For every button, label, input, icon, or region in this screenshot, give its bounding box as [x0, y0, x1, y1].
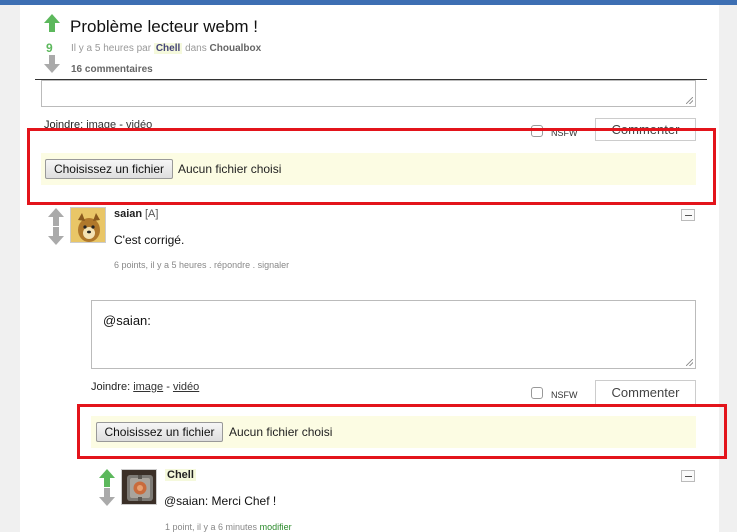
- resize-grip-icon[interactable]: [686, 97, 693, 104]
- post-meta-prefix: Il y a 5 heures par: [71, 43, 152, 54]
- comment-username[interactable]: saian: [114, 208, 142, 220]
- avatar[interactable]: [121, 469, 157, 505]
- comment-meta: 6 points, il y a 5 heures . répondre . s…: [114, 260, 290, 270]
- highlight-box-top: [27, 128, 716, 205]
- modify-link[interactable]: modifier: [260, 522, 292, 532]
- attach-image-link[interactable]: image: [133, 381, 163, 393]
- resize-grip-icon[interactable]: [686, 359, 693, 366]
- comment-text: C'est corrigé.: [114, 233, 185, 247]
- collapse-minus-icon[interactable]: [681, 209, 695, 221]
- post-title[interactable]: Problème lecteur webm !: [70, 17, 258, 37]
- reply-upvote-icon[interactable]: [99, 469, 115, 487]
- comment-user-tag: [A]: [145, 208, 159, 220]
- comments-count[interactable]: 16 commentaires: [71, 64, 153, 75]
- downvote-icon[interactable]: [44, 55, 60, 73]
- post-meta: Il y a 5 heures par Chell dans Choualbox: [71, 43, 261, 54]
- textarea-value: @saian:: [103, 313, 151, 328]
- reply-downvote-icon[interactable]: [99, 488, 115, 506]
- post-author[interactable]: Chell: [153, 43, 183, 54]
- reply-textarea[interactable]: [41, 80, 696, 107]
- post-meta-in: dans: [185, 43, 207, 54]
- post-category[interactable]: Choualbox: [210, 43, 262, 54]
- companion-cube-avatar-icon: [122, 470, 156, 504]
- reply-username[interactable]: Chell: [165, 469, 196, 481]
- reply-text: @saian: Merci Chef !: [164, 494, 277, 508]
- attach-video-link[interactable]: vidéo: [173, 381, 199, 393]
- nested-reply-textarea[interactable]: @saian:: [91, 300, 696, 369]
- upvote-icon[interactable]: [44, 14, 60, 32]
- comment-downvote-icon[interactable]: [48, 227, 64, 245]
- reply-meta-prefix: 1 point, il y a 6 minutes: [165, 522, 258, 532]
- reply-collapse-minus-icon[interactable]: [681, 470, 695, 482]
- attach-separator: -: [166, 381, 170, 393]
- nested-attach-links: Joindre: image - vidéo: [91, 381, 199, 393]
- comment-upvote-icon[interactable]: [48, 208, 64, 226]
- post-score: 9: [46, 41, 53, 55]
- nested-nsfw-label: NSFW: [551, 390, 578, 400]
- join-label: Joindre:: [91, 381, 131, 393]
- nested-comment-submit-button[interactable]: Commenter: [595, 380, 696, 405]
- dog-avatar-icon: [71, 208, 105, 242]
- avatar[interactable]: [70, 207, 106, 243]
- reply-meta: 1 point, il y a 6 minutes modifier: [165, 522, 292, 532]
- highlight-box-nested: [77, 404, 727, 459]
- nested-nsfw-checkbox[interactable]: [531, 387, 543, 399]
